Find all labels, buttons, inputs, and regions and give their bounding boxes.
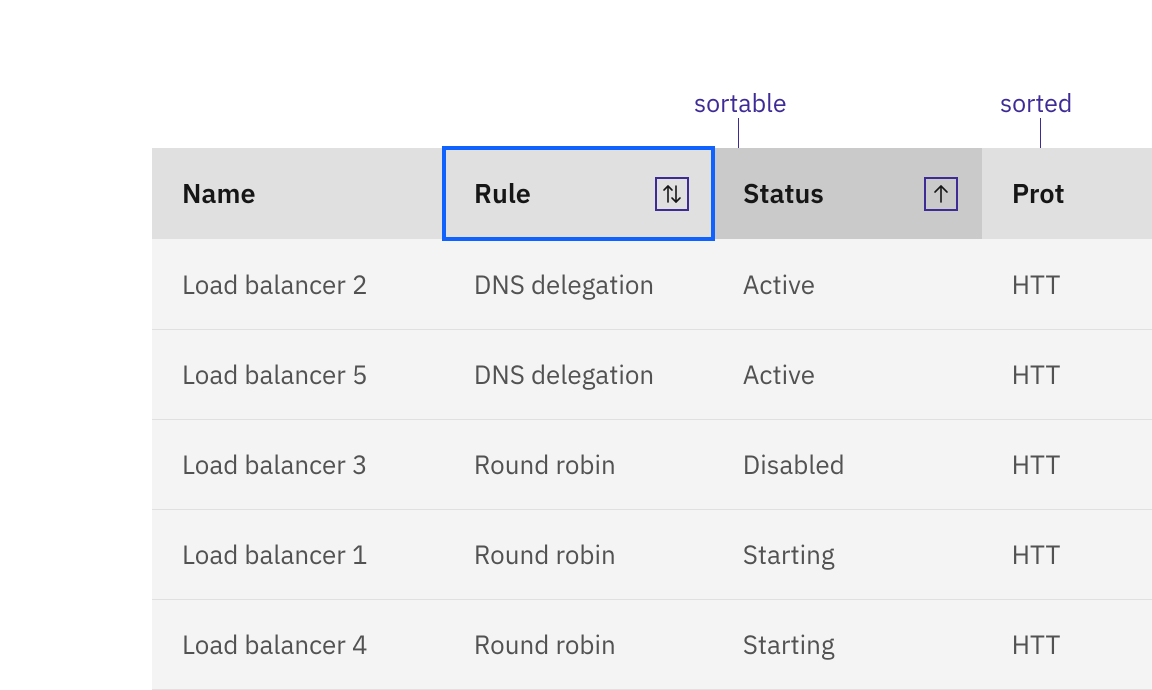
column-header-rule-label: Rule — [474, 176, 531, 211]
cell-status: Active — [713, 358, 982, 392]
column-header-status-label: Status — [743, 176, 824, 211]
cell-status: Starting — [713, 538, 982, 572]
cell-rule: DNS delegation — [444, 268, 713, 302]
cell-name: Load balancer 3 — [152, 448, 444, 482]
cell-status: Disabled — [713, 448, 982, 482]
table-row[interactable]: Load balancer 3 Round robin Disabled HTT — [152, 420, 1152, 510]
column-header-protocol-label: Prot — [1012, 176, 1065, 211]
column-header-protocol[interactable]: Prot — [982, 148, 1152, 239]
annotation-sortable-label: sortable — [694, 86, 787, 119]
cell-protocol: HTT — [982, 538, 1152, 572]
cell-status: Active — [713, 268, 982, 302]
cell-rule: Round robin — [444, 538, 713, 572]
cell-protocol: HTT — [982, 358, 1152, 392]
table-row[interactable]: Load balancer 2 DNS delegation Active HT… — [152, 240, 1152, 330]
column-header-name-label: Name — [182, 176, 256, 211]
column-header-name[interactable]: Name — [152, 148, 444, 239]
cell-name: Load balancer 2 — [152, 268, 444, 302]
sort-both-icon[interactable] — [655, 177, 689, 211]
cell-name: Load balancer 1 — [152, 538, 444, 572]
data-table: Name Rule Status — [152, 148, 1152, 690]
cell-rule: Round robin — [444, 628, 713, 662]
annotation-sorted-label: sorted — [1000, 86, 1072, 119]
cell-protocol: HTT — [982, 448, 1152, 482]
table-row[interactable]: Load balancer 5 DNS delegation Active HT… — [152, 330, 1152, 420]
cell-rule: Round robin — [444, 448, 713, 482]
cell-status: Starting — [713, 628, 982, 662]
cell-rule: DNS delegation — [444, 358, 713, 392]
table-row[interactable]: Load balancer 4 Round robin Starting HTT — [152, 600, 1152, 690]
table-body: Load balancer 2 DNS delegation Active HT… — [152, 240, 1152, 690]
sort-ascending-icon[interactable] — [924, 177, 958, 211]
cell-protocol: HTT — [982, 268, 1152, 302]
cell-name: Load balancer 5 — [152, 358, 444, 392]
table-header-row: Name Rule Status — [152, 148, 1152, 240]
column-header-rule[interactable]: Rule — [444, 148, 713, 239]
column-header-status[interactable]: Status — [713, 148, 982, 239]
table-row[interactable]: Load balancer 1 Round robin Starting HTT — [152, 510, 1152, 600]
cell-name: Load balancer 4 — [152, 628, 444, 662]
cell-protocol: HTT — [982, 628, 1152, 662]
